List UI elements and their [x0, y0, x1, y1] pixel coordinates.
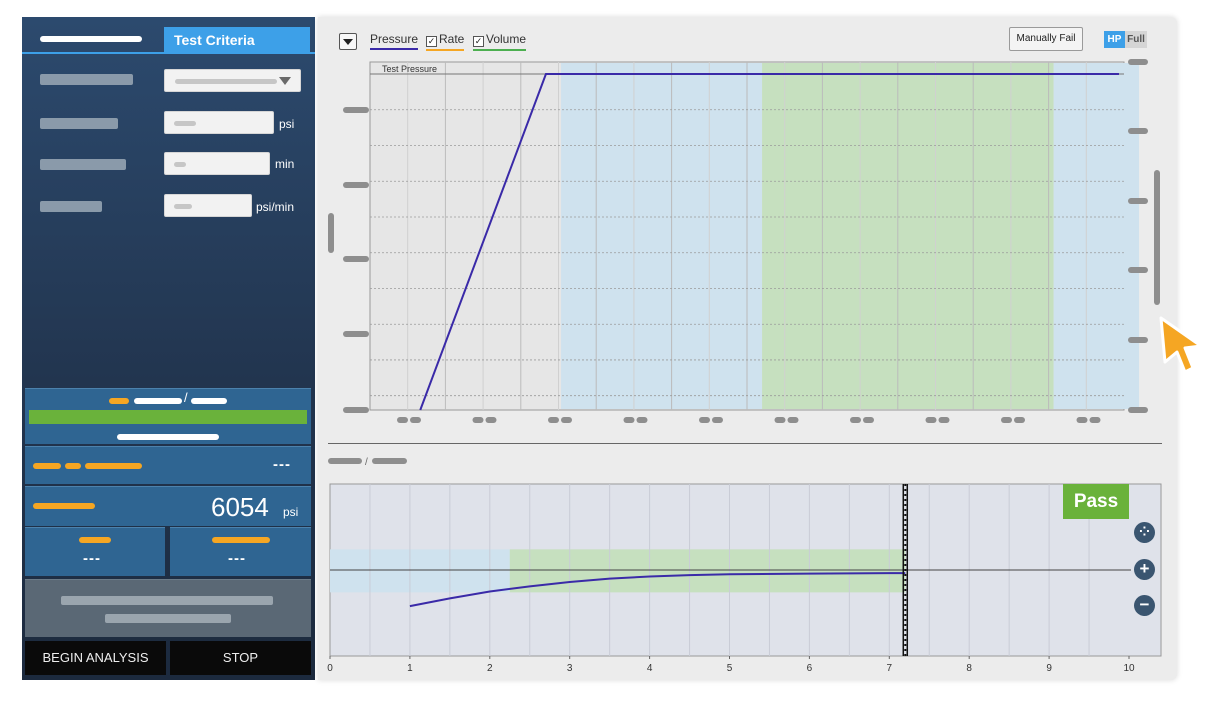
- test-type-select[interactable]: [164, 69, 301, 92]
- pressure-readout-unit: psi: [283, 505, 299, 519]
- x-tick-label: [623, 417, 635, 423]
- x-tick-label: 0: [327, 663, 333, 674]
- progress-bar: [29, 410, 307, 424]
- plot-area: [329, 483, 1162, 657]
- svg-text:/: /: [365, 457, 368, 465]
- pressure-unit: psi: [279, 117, 295, 131]
- x-tick-label: [774, 417, 786, 423]
- rate-unit: psi/min: [256, 200, 295, 214]
- x-tick-label: 1: [407, 663, 413, 674]
- pressure-input[interactable]: [164, 111, 274, 134]
- pressure-chart[interactable]: Test Pressure: [318, 17, 1177, 447]
- y2-axis-label: [1154, 170, 1160, 305]
- pressure-value: 6054: [211, 492, 269, 522]
- y2-tick-label: [1128, 337, 1148, 343]
- criteria-label-placeholder: [40, 118, 118, 129]
- x-tick-label: [636, 417, 648, 423]
- pass-badge: Pass: [1063, 484, 1129, 519]
- status-box: [25, 579, 311, 637]
- y-tick-label: [343, 107, 369, 113]
- y2-tick-label: [1128, 198, 1148, 204]
- x-tick-label: [938, 417, 950, 423]
- x-tick-label: [1089, 417, 1101, 423]
- analysis-series-line: [409, 572, 906, 608]
- x-tick-label: [1001, 417, 1012, 423]
- action-buttons: BEGIN ANALYSIS STOP: [25, 641, 311, 675]
- x-tick-label: [850, 417, 861, 423]
- zoom-out-icon[interactable]: −: [1134, 595, 1155, 616]
- x-tick-label: [863, 417, 874, 423]
- tab-placeholder[interactable]: [22, 27, 164, 53]
- rate-value: ---: [273, 456, 291, 473]
- stat-right-value: ---: [228, 550, 246, 567]
- progress-fill: [29, 410, 307, 424]
- fit-view-icon[interactable]: ⁘: [1134, 522, 1155, 543]
- x-tick-label: [397, 417, 408, 423]
- stat-left-value: ---: [83, 550, 101, 567]
- pointer-cursor-icon: [1159, 316, 1203, 374]
- stat-box-right: ---: [170, 527, 311, 576]
- x-tick-label: [712, 417, 723, 423]
- y2-tick-label: [1128, 59, 1148, 65]
- x-tick-label: 2: [487, 663, 493, 674]
- x-tick-label: [485, 417, 497, 423]
- tab-test-criteria[interactable]: Test Criteria: [164, 27, 310, 53]
- zoom-in-icon[interactable]: +: [1134, 559, 1155, 580]
- x-tick-label: 6: [807, 663, 813, 674]
- y-tick-label: [343, 331, 369, 337]
- y-tick-label: [343, 407, 369, 413]
- x-tick-label: [925, 417, 937, 423]
- x-tick-label: 7: [887, 663, 893, 674]
- x-tick-label: 5: [727, 663, 733, 674]
- x-tick-label: [472, 417, 484, 423]
- criteria-label-placeholder: [40, 159, 126, 170]
- chart-divider: [328, 443, 1162, 444]
- pressure-readout-box: 6054 psi: [25, 486, 311, 526]
- chart-ratio-label: /: [328, 457, 407, 465]
- x-tick-label: [1014, 417, 1025, 423]
- stat-box-left: ---: [25, 527, 165, 576]
- x-tick-label: 3: [567, 663, 573, 674]
- x-tick-label: [410, 417, 421, 423]
- y-tick-label: [343, 256, 369, 262]
- x-tick-label: [787, 417, 799, 423]
- duration-unit: min: [275, 157, 295, 171]
- chart-panel: Pressure ✓ Rate ✓ Volume Manually Fail HP …: [318, 17, 1177, 680]
- rate-input[interactable]: [164, 194, 252, 217]
- stage-band: [509, 549, 906, 593]
- stage-band: [330, 549, 510, 593]
- stage-band: [561, 63, 763, 409]
- x-tick-label: 9: [1046, 663, 1052, 674]
- y-axis-label: [328, 213, 334, 253]
- app-window: Test Criteria psi min psi/min / --- 6054…: [0, 0, 1213, 716]
- criteria-label-placeholder: [40, 201, 102, 212]
- stage-band: [762, 63, 1054, 409]
- rate-summary-box: ---: [25, 446, 311, 484]
- x-tick-label: 8: [966, 663, 972, 674]
- test-pressure-label: Test Pressure: [382, 64, 437, 74]
- x-tick-label: [699, 417, 710, 423]
- x-tick-label: 4: [647, 663, 653, 674]
- x-tick-label: [561, 417, 572, 423]
- stage-band: [1053, 63, 1140, 409]
- duration-input[interactable]: [164, 152, 270, 175]
- x-tick-label: [548, 417, 559, 423]
- tab-underline: [22, 52, 315, 54]
- begin-analysis-button[interactable]: BEGIN ANALYSIS: [25, 641, 166, 675]
- progress-box: /: [25, 388, 311, 444]
- x-tick-label: [1076, 417, 1088, 423]
- y2-tick-label: [1128, 407, 1148, 413]
- chevron-down-icon: [279, 77, 291, 85]
- slash-separator: /: [184, 390, 188, 405]
- x-tick-label: 10: [1123, 663, 1135, 674]
- criteria-label-placeholder: [40, 74, 133, 85]
- y2-tick-label: [1128, 267, 1148, 273]
- y2-tick-label: [1128, 128, 1148, 134]
- y-tick-label: [343, 182, 369, 188]
- stop-button[interactable]: STOP: [170, 641, 311, 675]
- control-panel: Test Criteria psi min psi/min / --- 6054…: [22, 17, 315, 680]
